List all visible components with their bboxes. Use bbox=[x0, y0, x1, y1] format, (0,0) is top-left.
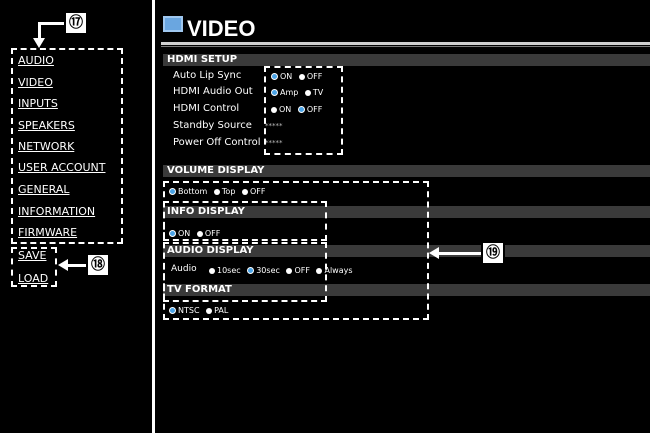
callout-display-arrow bbox=[437, 252, 481, 255]
info-display-highlight-box bbox=[163, 201, 327, 241]
callout-display: ⑲ bbox=[481, 241, 505, 265]
title-underline bbox=[161, 42, 650, 45]
label-hdmi-audio-out: HDMI Audio Out bbox=[173, 86, 253, 97]
callout-nav-arrow-h bbox=[38, 22, 64, 25]
main-panel: VIDEO HDMI SETUP Auto Lip Sync HDMI Audi… bbox=[155, 0, 650, 433]
label-hdmi-control: HDMI Control bbox=[173, 103, 240, 114]
section-hdmi-setup: HDMI SETUP bbox=[163, 54, 650, 66]
callout-actions: ⑱ bbox=[86, 253, 110, 277]
callout-nav-arrowhead bbox=[33, 38, 45, 48]
label-standby-source: Standby Source bbox=[173, 120, 252, 131]
actions-highlight-box bbox=[11, 247, 57, 287]
label-power-off-control: Power Off Control bbox=[173, 137, 261, 148]
audio-display-highlight-box bbox=[163, 242, 327, 302]
page-title: VIDEO bbox=[187, 16, 256, 41]
title-underline-2 bbox=[161, 46, 650, 47]
tv-icon bbox=[163, 16, 183, 32]
nav-highlight-box bbox=[11, 48, 123, 244]
sidebar: AUDIO VIDEO INPUTS SPEAKERS NETWORK USER… bbox=[0, 0, 152, 433]
label-auto-lip-sync: Auto Lip Sync bbox=[173, 70, 242, 81]
section-volume-display: VOLUME DISPLAY bbox=[163, 165, 650, 177]
callout-actions-arrow bbox=[66, 264, 86, 267]
callout-nav: ⑰ bbox=[64, 11, 88, 35]
hdmi-options-highlight-box bbox=[264, 66, 343, 155]
